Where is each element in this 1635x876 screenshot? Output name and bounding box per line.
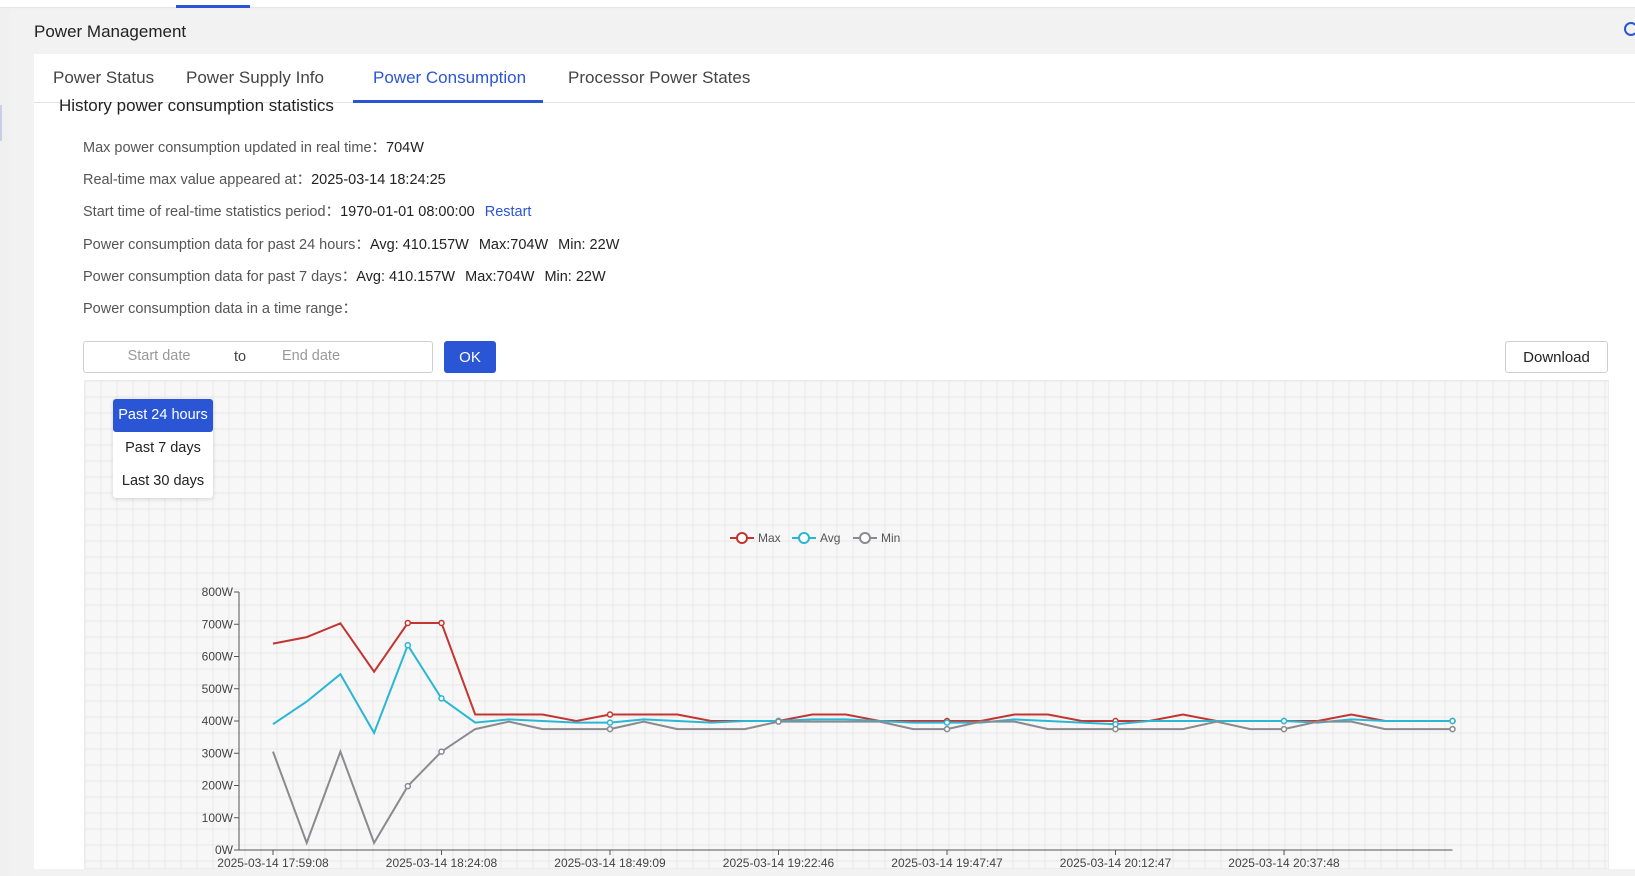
data-point-avg [404,641,412,649]
data-point-min [1112,725,1119,733]
date-range-picker[interactable]: to [83,341,433,373]
max-power-row: Max power consumption updated in real ti… [83,136,424,157]
x-tick-label: 2025-03-14 19:22:46 [723,856,835,869]
data-point-max [606,711,614,718]
tab-power-consumption[interactable]: Power Consumption [373,68,526,88]
series-line-min [272,720,1453,846]
past-24h-avg: Avg: 410.157W [369,237,469,253]
start-time-row: Start time of real-time statistics perio… [83,200,531,221]
ok-button[interactable]: OK [444,341,496,373]
max-power-label: Max power consumption updated in real ti… [83,140,387,156]
max-time-row: Real-time max value appeared at：2025-03-… [83,168,446,189]
section-title: History power consumption statistics [59,96,334,115]
active-tab-indicator [353,100,543,103]
y-tick-label: 100W [202,811,234,825]
data-point-min [1280,725,1288,733]
x-tick-label: 2025-03-14 20:12:47 [1060,856,1172,869]
data-point-avg [943,719,951,726]
past-24h-min: Min: 22W [558,237,620,253]
past-7d-avg: Avg: 410.157W [356,269,456,285]
data-point-min [1449,725,1456,733]
data-point-avg [1280,717,1288,725]
past-24h-max: Max:704W [478,237,549,253]
y-tick-label: 400W [202,714,234,728]
restart-link[interactable]: Restart [485,204,532,220]
tab-power-supply-info[interactable]: Power Supply Info [186,68,324,88]
legend-label-min: Min [881,531,900,545]
x-tick-label: 2025-03-14 17:59:08 [217,856,329,869]
range-last-30-days[interactable]: Last 30 days [113,465,213,498]
past-24h-label: Power consumption data for past 24 hours… [83,237,370,253]
legend-label-avg: Avg [820,531,840,545]
x-tick-label: 2025-03-14 20:37:48 [1228,856,1340,869]
y-tick-label: 500W [202,682,234,696]
content-card: Power Status Power Supply Info Power Con… [34,54,1635,869]
start-time-label: Start time of real-time statistics perio… [83,204,341,220]
past-7d-label: Power consumption data for past 7 days： [83,269,357,285]
max-power-value: 704W [386,140,424,156]
time-range-row: Power consumption data in a time range： [83,297,357,318]
legend-label-max: Max [758,531,781,545]
data-point-avg [438,695,445,702]
tab-processor-power-states[interactable]: Processor Power States [568,68,750,88]
top-nav-active-indicator [176,5,250,8]
y-tick-label: 200W [202,779,234,793]
data-point-max [404,619,412,627]
data-point-avg [606,719,614,726]
y-tick-label: 800W [202,585,234,599]
range-past-24-hours[interactable]: Past 24 hours [113,399,213,432]
data-point-min [775,718,782,725]
max-time-label: Real-time max value appeared at： [83,172,312,188]
max-time-value: 2025-03-14 18:24:25 [311,172,446,188]
data-point-avg [1449,717,1456,725]
data-point-max [438,619,445,627]
past-24h-row: Power consumption data for past 24 hours… [83,233,619,254]
range-menu: Past 24 hours Past 7 days Last 30 days [113,399,213,498]
series-line-avg [272,642,1453,736]
legend-swatch-avg [798,532,810,544]
data-point-min [606,725,614,733]
data-point-min [438,748,445,755]
past-7d-min: Min: 22W [544,269,606,285]
legend-swatch-min [859,532,871,544]
date-range-separator: to [234,349,247,365]
y-tick-label: 0W [215,843,234,857]
end-date-input[interactable] [256,348,366,364]
data-point-min [404,782,412,790]
power-chart: 0W 100W 200W 300W 400W 500W 600W 700W 800W 2025-0… [84,380,1609,869]
series-line-max [272,622,1453,723]
y-tick-label: 300W [202,746,234,760]
data-point-min [943,725,951,733]
legend-swatch-max [736,532,748,544]
x-tick-label: 2025-03-14 19:47:47 [891,856,1003,869]
sidebar-edge [0,105,2,141]
page-title: Power Management [34,22,187,41]
past-7d-row: Power consumption data for past 7 days：A… [83,265,606,286]
past-7d-max: Max:704W [465,269,535,285]
refresh-icon[interactable] [1624,22,1635,36]
x-tick-label: 2025-03-14 18:49:09 [554,856,666,869]
time-range-label: Power consumption data in a time range： [83,301,358,317]
tab-power-status[interactable]: Power Status [53,68,154,88]
range-past-7-days[interactable]: Past 7 days [113,432,213,465]
y-tick-label: 600W [202,650,234,664]
start-time-value: 1970-01-01 08:00:00 [340,204,475,220]
download-button[interactable]: Download [1505,341,1608,373]
y-tick-label: 700W [202,617,234,631]
power-chart-svg: 0W 100W 200W 300W 400W 500W 600W 700W 800W 2025-0… [85,381,1608,869]
x-tick-label: 2025-03-14 18:24:08 [386,856,498,869]
start-date-input[interactable] [104,348,214,364]
